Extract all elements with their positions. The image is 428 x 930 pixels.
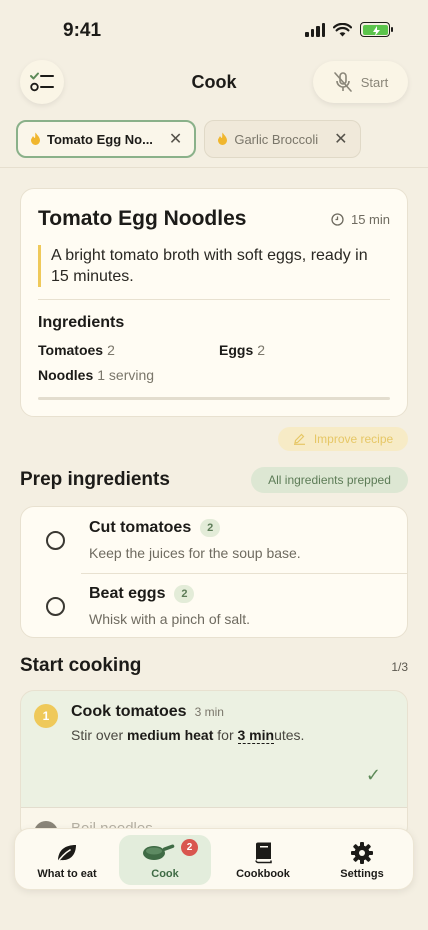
ingredient-qty: 1 serving <box>97 367 155 383</box>
ingredient-name: Eggs <box>219 342 254 358</box>
nav-label: Cookbook <box>236 868 290 880</box>
step-progress: 1/3 <box>391 660 408 674</box>
pan-icon <box>143 844 175 860</box>
step-text: Stir over <box>71 727 128 743</box>
recipe-time: 15 min <box>331 212 390 227</box>
bottom-nav: What to eat 2 Cook Cookbook Settings <box>14 828 414 890</box>
recipe-time-value: 15 min <box>350 212 390 227</box>
recipe-progress-bar <box>38 397 390 400</box>
step-number: 1 <box>34 704 58 728</box>
prep-item-name: Beat eggs <box>89 585 166 602</box>
nav-cook[interactable]: 2 Cook <box>119 835 211 885</box>
ingredient-qty: 2 <box>257 342 266 358</box>
prep-item[interactable]: Cut tomatoes 2 Keep the juices for the so… <box>21 507 409 573</box>
close-tab-icon[interactable]: ✕ <box>169 129 182 149</box>
prep-checkbox[interactable] <box>46 597 65 616</box>
ingredient-item: Noodles 1 serving <box>38 367 154 383</box>
prep-item-count: 2 <box>200 519 221 537</box>
prep-list: Cut tomatoes 2 Keep the juices for the so… <box>20 506 408 638</box>
step-instructions: Stir over medium heat for 3 minutes. <box>71 727 305 744</box>
step-duration: 3 min <box>194 705 224 719</box>
ingredient-qty: 2 <box>107 342 115 358</box>
tab-tomato-egg-noodles[interactable]: Tomato Egg No... ✕ <box>16 120 197 158</box>
book-icon <box>255 842 272 864</box>
prep-item[interactable]: Beat eggs 2 Whisk with a pinch of salt. <box>21 573 409 639</box>
prep-item-count: 2 <box>174 585 195 603</box>
prep-checkbox[interactable] <box>46 531 65 550</box>
prep-item-note: Keep the juices for the soup base. <box>89 545 301 561</box>
ingredient-item: Eggs 2 <box>219 342 265 358</box>
nav-cook-badge: 2 <box>181 839 198 856</box>
recipe-card: Tomato Egg Noodles 15 min A bright tomat… <box>20 188 408 417</box>
battery-icon <box>360 22 393 37</box>
tab-label: Garlic Broccoli <box>234 131 319 147</box>
recipe-tabs: Tomato Egg No... ✕ Garlic Broccoli ✕ <box>16 120 361 158</box>
step-name: Cook tomatoes <box>71 703 187 720</box>
signal-icon <box>305 22 325 37</box>
step-text-emphasis: medium heat <box>127 727 214 743</box>
gear-icon <box>351 842 373 864</box>
prep-section-title: Prep ingredients <box>20 469 170 490</box>
nav-label: Settings <box>340 868 384 880</box>
start-label: Start <box>360 74 389 90</box>
ingredient-name: Tomatoes <box>38 342 104 358</box>
start-voice-button[interactable]: Start <box>313 61 408 103</box>
prep-item-note: Whisk with a pinch of salt. <box>89 611 251 627</box>
flame-icon <box>218 132 228 145</box>
ingredient-name: Noodles <box>38 367 94 383</box>
nav-what-to-eat[interactable]: What to eat <box>21 835 113 885</box>
nav-cookbook[interactable]: Cookbook <box>217 835 309 885</box>
ingredients-heading: Ingredients <box>38 314 125 331</box>
recipe-description: A bright tomato broth with soft eggs, re… <box>38 245 388 287</box>
nav-settings[interactable]: Settings <box>316 835 408 885</box>
nav-label: What to eat <box>37 868 97 880</box>
pencil-icon <box>293 433 305 445</box>
nav-label: Cook <box>151 868 179 880</box>
improve-recipe-button[interactable]: Improve recipe <box>278 427 408 451</box>
mic-off-icon <box>333 72 352 92</box>
step-text: for <box>213 727 238 743</box>
tab-garlic-broccoli[interactable]: Garlic Broccoli ✕ <box>204 120 361 158</box>
recipe-title: Tomato Egg Noodles <box>38 207 247 230</box>
cooking-section-title: Start cooking <box>20 655 142 676</box>
prepped-status-badge: All ingredients prepped <box>251 467 408 493</box>
step-done-check-icon[interactable]: ✓ <box>366 765 381 786</box>
prep-item-name: Cut tomatoes <box>89 519 192 536</box>
cooking-step-card[interactable]: 1 Cook tomatoes 3 min Stir over medium he… <box>20 690 408 840</box>
recipe-divider <box>38 299 390 300</box>
step-text: utes. <box>274 727 305 743</box>
wifi-icon <box>333 22 352 36</box>
leaf-icon <box>56 845 76 864</box>
step-timer-link[interactable]: 3 min <box>237 727 275 744</box>
clock-icon <box>331 213 344 226</box>
status-bar: 9:41 <box>0 0 428 60</box>
header-divider <box>0 167 428 168</box>
close-tab-icon[interactable]: ✕ <box>334 129 347 149</box>
tab-label: Tomato Egg No... <box>47 131 153 147</box>
improve-label: Improve recipe <box>313 432 394 446</box>
flame-icon <box>31 132 40 145</box>
status-time: 9:41 <box>63 20 102 41</box>
ingredient-item: Tomatoes 2 <box>38 342 115 358</box>
status-icons <box>305 22 393 37</box>
